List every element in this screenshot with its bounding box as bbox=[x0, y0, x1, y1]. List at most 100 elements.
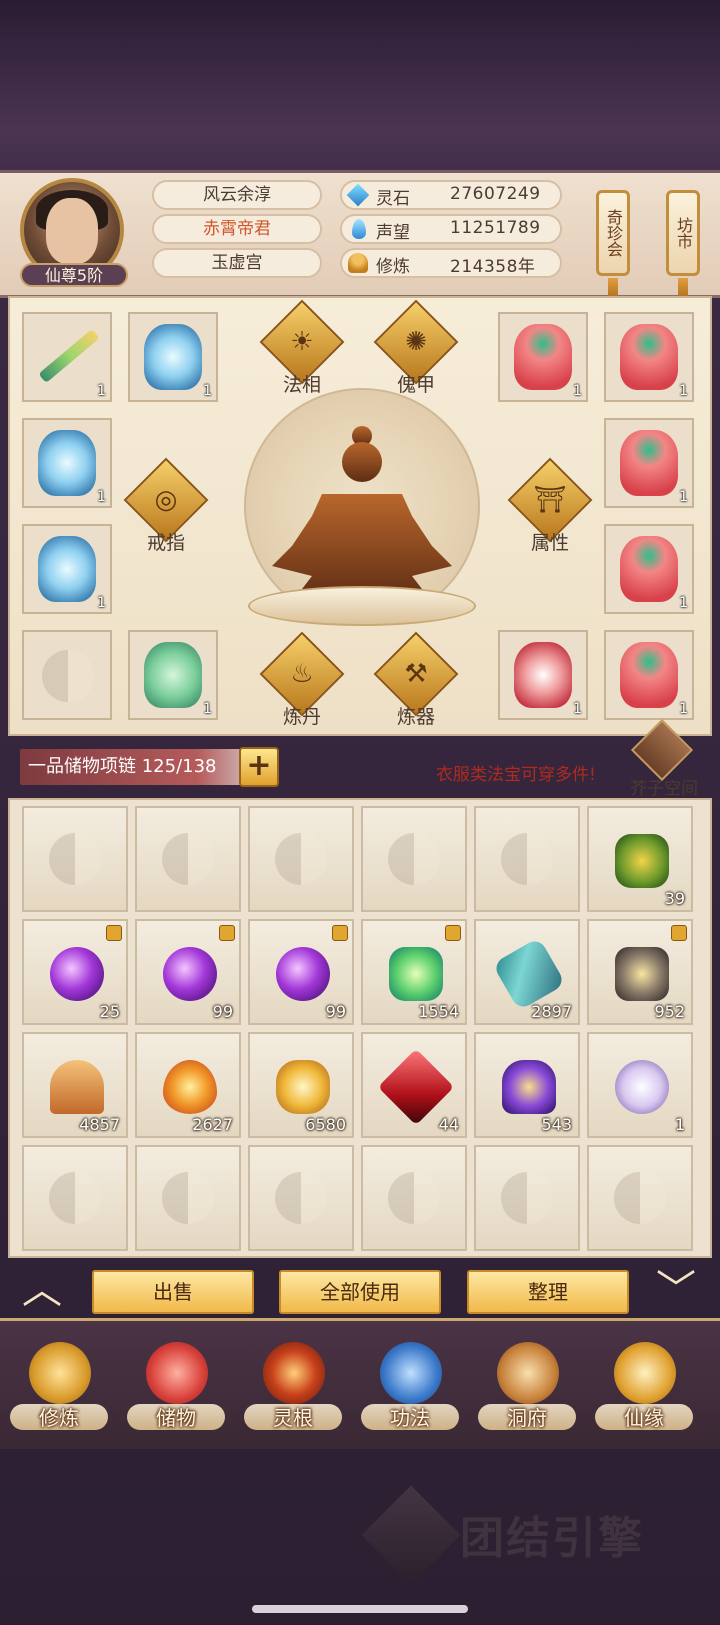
storage-slot[interactable]: 4857 bbox=[22, 1032, 128, 1138]
page-up-icon[interactable]: ︿ bbox=[22, 1270, 62, 1310]
meditating-figure-silhouette bbox=[272, 426, 452, 602]
cultivate-icon bbox=[29, 1342, 91, 1404]
storage-slot-empty[interactable] bbox=[361, 1145, 467, 1251]
equip-slot-armor[interactable]: 1 bbox=[22, 524, 112, 614]
expand-storage-button[interactable]: + bbox=[239, 747, 279, 787]
storage-slot-empty[interactable] bbox=[248, 1145, 354, 1251]
nav-item-cultivate[interactable]: 修炼 bbox=[4, 1326, 114, 1446]
storage-slot-empty[interactable] bbox=[474, 1145, 580, 1251]
item-count: 1 bbox=[203, 701, 212, 717]
player-name: 风云余淳 bbox=[152, 180, 322, 210]
market-button[interactable]: 坊市 bbox=[666, 190, 700, 276]
storage-slot-empty[interactable] bbox=[587, 1145, 693, 1251]
storage-hint: 衣服类法宝可穿多件! bbox=[436, 765, 596, 785]
gold-cloud-icon bbox=[276, 1060, 330, 1114]
lock-icon bbox=[219, 925, 235, 941]
item-count: 99 bbox=[325, 1002, 346, 1021]
taiji-placeholder-icon bbox=[501, 1172, 553, 1224]
equip-slot-armor[interactable]: 1 bbox=[128, 630, 218, 720]
taiji-placeholder-icon bbox=[388, 1172, 440, 1224]
storage-slot[interactable]: 6580 bbox=[248, 1032, 354, 1138]
nav-item-spirit-root[interactable]: 灵根 bbox=[238, 1326, 348, 1446]
taiji-placeholder-icon bbox=[275, 833, 327, 885]
nav-item-cave-abode[interactable]: 洞府 bbox=[472, 1326, 582, 1446]
stat-cultivation: 修炼 214358年 bbox=[340, 248, 562, 278]
storage-slot[interactable]: 99 bbox=[248, 919, 354, 1025]
storage-bag-icon bbox=[146, 1342, 208, 1404]
red-robe-icon bbox=[620, 324, 678, 390]
item-count: 99 bbox=[212, 1002, 233, 1021]
equip-slot-weapon[interactable]: 1 bbox=[22, 312, 112, 402]
storage-slot[interactable]: 44 bbox=[361, 1032, 467, 1138]
stat-value: 214358年 bbox=[450, 257, 536, 277]
storage-slot[interactable]: 2627 bbox=[135, 1032, 241, 1138]
equip-slot-armor[interactable]: 1 bbox=[604, 418, 694, 508]
equip-slot-armor[interactable]: 1 bbox=[604, 524, 694, 614]
item-count: 1 bbox=[679, 595, 688, 611]
storage-slot-empty[interactable] bbox=[361, 806, 467, 912]
stat-value: 27607249 bbox=[450, 184, 541, 204]
puppet-icon: ✺ bbox=[405, 327, 427, 357]
equip-slot-armor[interactable]: 1 bbox=[498, 312, 588, 402]
item-count: 1 bbox=[203, 383, 212, 399]
taiji-placeholder-icon bbox=[49, 1172, 101, 1224]
taiji-placeholder-icon bbox=[42, 650, 94, 702]
use-all-button[interactable]: 全部使用 bbox=[279, 1270, 441, 1314]
nav-label: 储物 bbox=[156, 1406, 196, 1430]
storage-slot[interactable]: 1 bbox=[587, 1032, 693, 1138]
equip-slot-armor[interactable]: 1 bbox=[128, 312, 218, 402]
item-count: 2897 bbox=[531, 1002, 572, 1021]
storage-slot-empty[interactable] bbox=[22, 1145, 128, 1251]
nav-item-technique-book[interactable]: 功法 bbox=[355, 1326, 465, 1446]
stat-label: 修炼 bbox=[376, 257, 410, 277]
equip-slot-armor[interactable]: 1 bbox=[604, 312, 694, 402]
nav-item-fortune-gourd[interactable]: 仙缘 bbox=[589, 1326, 699, 1446]
lock-icon bbox=[445, 925, 461, 941]
equip-slot-armor[interactable]: 1 bbox=[498, 630, 588, 720]
fortune-gourd-icon bbox=[614, 1342, 676, 1404]
item-count: 1 bbox=[679, 701, 688, 717]
home-indicator[interactable] bbox=[252, 1605, 468, 1613]
equip-slot-armor[interactable]: 1 bbox=[604, 630, 694, 720]
storage-slot[interactable]: 1554 bbox=[361, 919, 467, 1025]
engine-logo-icon bbox=[361, 1485, 461, 1585]
taiji-placeholder-icon bbox=[388, 833, 440, 885]
item-count: 1 bbox=[97, 489, 106, 505]
sort-button[interactable]: 整理 bbox=[467, 1270, 629, 1314]
sell-button[interactable]: 出售 bbox=[92, 1270, 254, 1314]
equip-slot-empty[interactable] bbox=[22, 630, 112, 720]
storage-slot-empty[interactable] bbox=[248, 806, 354, 912]
storage-slot-empty[interactable] bbox=[474, 806, 580, 912]
storage-slot[interactable]: 2897 bbox=[474, 919, 580, 1025]
item-count: 543 bbox=[541, 1115, 572, 1134]
stat-value: 11251789 bbox=[450, 218, 541, 238]
storage-slot-empty[interactable] bbox=[135, 1145, 241, 1251]
character-platform bbox=[248, 586, 476, 626]
equip-slot-armor[interactable]: 1 bbox=[22, 418, 112, 508]
item-count: 1554 bbox=[418, 1002, 459, 1021]
storage-slot[interactable]: 99 bbox=[135, 919, 241, 1025]
item-count: 1 bbox=[679, 383, 688, 399]
ice-robe-icon bbox=[38, 536, 96, 602]
treasure-fair-button[interactable]: 奇珍会 bbox=[596, 190, 630, 276]
taiji-placeholder-icon bbox=[162, 1172, 214, 1224]
storage-slot-empty[interactable] bbox=[135, 806, 241, 912]
nav-item-storage-bag[interactable]: 储物 bbox=[121, 1326, 231, 1446]
forging-label: 炼器 bbox=[396, 706, 435, 728]
scroll-icon bbox=[492, 937, 566, 1011]
nav-label: 修炼 bbox=[39, 1406, 79, 1430]
purple-orb-icon bbox=[50, 947, 104, 1001]
page-down-icon[interactable]: ﹀ bbox=[656, 1270, 696, 1310]
storage-slot[interactable]: 543 bbox=[474, 1032, 580, 1138]
storage-slot-empty[interactable] bbox=[22, 806, 128, 912]
attributes-icon: ⛩ bbox=[533, 485, 567, 515]
purple-orb-icon bbox=[276, 947, 330, 1001]
storage-container-label: 一品储物项链 125/138 bbox=[20, 749, 242, 785]
reputation-icon bbox=[352, 219, 366, 239]
taiji-placeholder-icon bbox=[501, 833, 553, 885]
cultivation-icon bbox=[348, 253, 368, 273]
cave-abode-icon bbox=[497, 1342, 559, 1404]
storage-slot[interactable]: 952 bbox=[587, 919, 693, 1025]
storage-slot[interactable]: 25 bbox=[22, 919, 128, 1025]
storage-slot[interactable]: 39 bbox=[587, 806, 693, 912]
